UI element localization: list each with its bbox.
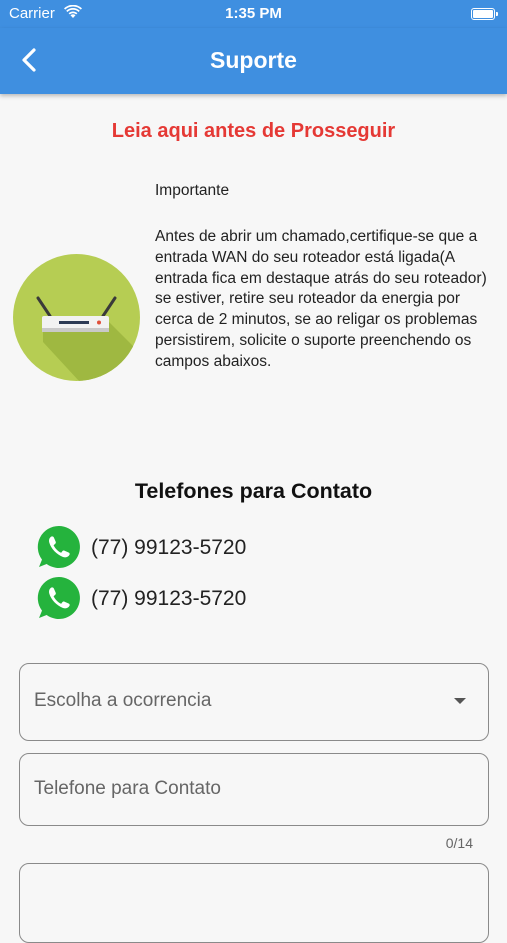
app-bar: Suporte	[0, 28, 507, 94]
page-title: Suporte	[210, 47, 297, 73]
clock: 1:35 PM	[225, 5, 282, 22]
whatsapp-icon[interactable]	[36, 575, 82, 621]
phone-char-counter: 0/14	[445, 835, 473, 851]
occurrence-label: Escolha a ocorrencia	[34, 690, 212, 711]
status-bar: Carrier 1:35 PM	[0, 0, 507, 28]
dropdown-arrow-icon[interactable]	[454, 698, 466, 704]
warning-title: Leia aqui antes de Prosseguir	[111, 120, 396, 142]
contacts-title: Telefones para Contato	[134, 479, 373, 503]
whatsapp-icon[interactable]	[36, 524, 82, 570]
next-field[interactable]	[19, 863, 489, 943]
info-text: Antes de abrir um chamado,certifique-se …	[155, 228, 487, 370]
battery-icon	[471, 8, 498, 20]
phone-field[interactable]: Telefone para Contato	[19, 753, 489, 826]
router-icon	[13, 254, 140, 381]
phone-number[interactable]: (77) 99123-5720	[91, 536, 246, 560]
phone-number[interactable]: (77) 99123-5720	[91, 587, 246, 611]
important-heading: Importante	[155, 182, 230, 199]
occurrence-dropdown[interactable]: Escolha a ocorrencia	[19, 663, 489, 741]
phone-field-label: Telefone para Contato	[34, 778, 221, 799]
